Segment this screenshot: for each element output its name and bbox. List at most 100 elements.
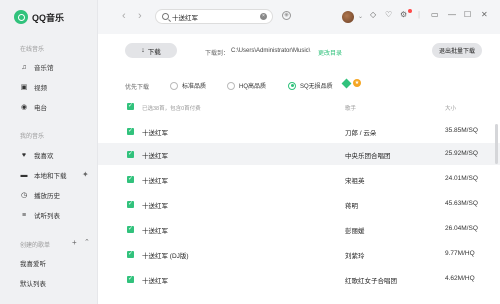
maximize-icon[interactable]: ☐ — [464, 10, 471, 20]
sidebar: QQ音乐 在线音乐 ♫ 音乐馆 ▣ 视频 ◉ 电台 我的音乐 ♥ 我喜欢 ▬ 本… — [0, 0, 98, 304]
add-local-icon[interactable]: ✦ — [82, 171, 89, 179]
collapse-chevron-icon[interactable]: ⌃ — [84, 239, 90, 247]
qq-music-logo-icon — [14, 10, 28, 24]
back-arrow-icon[interactable]: ‹ — [122, 10, 126, 22]
sidebar-item-local-download[interactable]: ▬ 本地和下载 — [20, 170, 67, 181]
column-header-size: 大小 — [445, 106, 457, 112]
quality-option-label: SQ无损品质 — [300, 84, 333, 90]
song-title: 十送红军 — [142, 178, 168, 185]
download-button-label: 下载 — [147, 48, 161, 56]
add-playlist-icon[interactable]: + — [72, 239, 77, 247]
sidebar-item-label: 默认列表 — [20, 281, 46, 288]
song-size: 45.63M/SQ — [445, 200, 478, 207]
table-row[interactable]: ✓ 十送红军 刀郎 / 云朵 35.85M/SQ — [98, 120, 500, 142]
quality-option-label: 标准品质 — [182, 84, 207, 90]
sidebar-item-trial-list[interactable]: ≡ 试听列表 — [20, 210, 60, 221]
song-artist[interactable]: 蒋明 — [345, 200, 358, 210]
song-size: 9.77M/HQ — [445, 250, 475, 257]
download-button[interactable]: ↓ 下载 — [125, 43, 177, 58]
download-arrow-icon: ↓ — [141, 47, 145, 54]
row-checkbox[interactable]: ✓ — [127, 251, 134, 258]
table-row[interactable]: ✓ 十送红军 (DJ版) 刘紫玲 9.77M/HQ — [98, 243, 500, 265]
monitor-icon: ▬ — [20, 171, 28, 179]
clear-search-icon[interactable]: × — [260, 13, 267, 20]
sidebar-item-label: 音乐馆 — [34, 65, 54, 72]
song-size: 26.04M/SQ — [445, 225, 478, 232]
sidebar-item-label: 本地和下载 — [34, 173, 67, 180]
table-row[interactable]: ✓ 十送红军 红歌红女子合唱团 4.62M/HQ — [98, 268, 500, 290]
sidebar-item-playlist[interactable]: 我喜爱听 — [20, 258, 46, 268]
listen-recognize-icon[interactable]: ◉ — [282, 11, 291, 20]
search-icon — [162, 13, 169, 20]
song-title: 十送红军 — [142, 203, 168, 210]
settings-icon[interactable]: ⚙ — [400, 10, 407, 20]
list-icon: ≡ — [21, 211, 27, 219]
sidebar-item-history[interactable]: ◷ 播放历史 — [20, 190, 60, 200]
search-input[interactable] — [172, 11, 252, 22]
song-title: 十送红军 — [142, 130, 168, 137]
row-checkbox[interactable]: ✓ — [127, 201, 134, 208]
song-size: 24.01M/SQ — [445, 175, 478, 182]
clock-icon: ◷ — [20, 192, 28, 199]
song-title: 十送红军 — [142, 228, 168, 235]
song-artist[interactable]: 红歌红女子合唱团 — [345, 275, 397, 285]
forward-arrow-icon[interactable]: › — [138, 10, 142, 22]
row-checkbox[interactable]: ✓ — [127, 276, 134, 283]
vip-icon[interactable]: ◇ — [370, 10, 376, 20]
batch-download-bar: ↓ 下载 下载到： C:\Users\Administrator\Music\ … — [98, 34, 500, 68]
song-size: 4.62M/HQ — [445, 275, 475, 282]
section-title-my-music: 我的音乐 — [20, 134, 45, 140]
avatar[interactable] — [342, 11, 354, 23]
sidebar-item-label: 视频 — [34, 85, 47, 92]
sidebar-item-video[interactable]: ▣ 视频 — [20, 82, 47, 92]
skin-icon[interactable]: ♡ — [385, 10, 392, 20]
radio-icon — [170, 81, 178, 90]
row-checkbox[interactable]: ✓ — [127, 151, 134, 158]
row-checkbox[interactable]: ✓ — [127, 226, 134, 233]
table-row[interactable]: ✓ 十送红军 中央乐团合唱团 25.92M/SQ — [98, 143, 500, 165]
quality-label: 优先下载 — [125, 85, 150, 91]
song-artist[interactable]: 刘紫玲 — [345, 250, 365, 260]
quality-option-label: HQ高品质 — [239, 84, 267, 90]
app-name: QQ音乐 — [32, 12, 65, 23]
change-directory-link[interactable]: 更改目录 — [318, 48, 342, 57]
section-title-created-playlists: 创建的歌单 — [20, 243, 51, 249]
song-title: 十送红军 — [142, 153, 168, 160]
vip-badge-icon: ★ — [353, 79, 361, 87]
select-all-checkbox[interactable]: ✓ — [127, 103, 134, 110]
exit-batch-download-button[interactable]: 退出批量下载 — [432, 43, 482, 58]
music-note-icon: ♫ — [21, 63, 27, 71]
search-box[interactable]: × — [155, 9, 273, 24]
scrollbar[interactable] — [495, 124, 498, 164]
quality-option-hq[interactable]: HQ高品质 — [227, 81, 266, 90]
sidebar-item-favorites[interactable]: ♥ 我喜欢 — [20, 150, 54, 161]
minimize-icon[interactable]: — — [448, 10, 456, 20]
download-path-value: C:\Users\Administrator\Music\ — [231, 48, 311, 54]
quality-selector: 优先下载 标准品质 HQ高品质 SQ无损品质 — [98, 76, 500, 96]
sidebar-item-playlist[interactable]: 默认列表 — [20, 278, 46, 288]
column-header-artist: 歌手 — [345, 106, 357, 112]
quality-option-sq[interactable]: SQ无损品质 — [288, 81, 333, 90]
mini-mode-icon[interactable]: ▭ — [431, 10, 439, 20]
divider: | — [418, 10, 421, 19]
sidebar-item-music-hall[interactable]: ♫ 音乐馆 — [20, 62, 54, 73]
row-checkbox[interactable]: ✓ — [127, 128, 134, 135]
table-row[interactable]: ✓ 十送红军 蒋明 45.63M/SQ — [98, 193, 500, 215]
table-header: ✓ 已选38首，包含0首付费 歌手 大小 — [98, 100, 500, 114]
table-row[interactable]: ✓ 十送红军 宋祖英 24.01M/SQ — [98, 168, 500, 190]
song-artist[interactable]: 彭丽媛 — [345, 225, 365, 235]
quality-option-standard[interactable]: 标准品质 — [170, 81, 206, 90]
notification-dot — [408, 9, 412, 13]
sidebar-item-label: 电台 — [34, 105, 47, 112]
song-artist[interactable]: 刀郎 / 云朵 — [345, 127, 376, 137]
song-artist[interactable]: 中央乐团合唱团 — [345, 150, 391, 160]
song-size: 25.92M/SQ — [445, 150, 478, 157]
song-artist[interactable]: 宋祖英 — [345, 175, 365, 185]
close-icon[interactable]: ✕ — [481, 10, 488, 20]
main-panel: ↓ 下载 下载到： C:\Users\Administrator\Music\ … — [98, 34, 500, 304]
chevron-down-icon[interactable]: ⌄ — [358, 13, 363, 20]
sidebar-item-radio[interactable]: ◉ 电台 — [20, 102, 47, 112]
top-bar: ‹ › × ◉ ⌄ ◇ ♡ ⚙ | ▭ — ☐ ✕ — [98, 0, 500, 34]
table-row[interactable]: ✓ 十送红军 彭丽媛 26.04M/SQ — [98, 218, 500, 240]
row-checkbox[interactable]: ✓ — [127, 176, 134, 183]
